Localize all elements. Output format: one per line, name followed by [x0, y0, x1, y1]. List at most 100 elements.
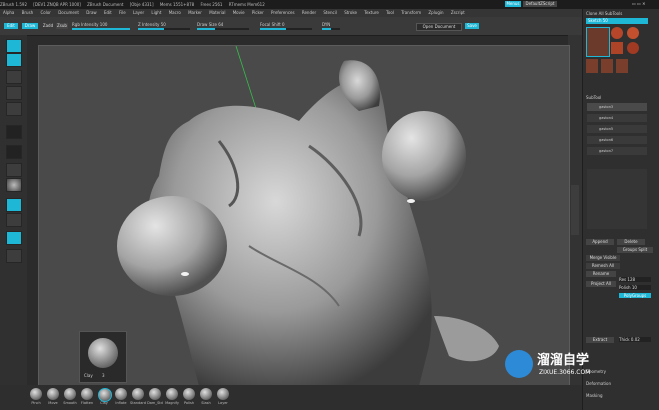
sketch-slider[interactable]: Sketch 50 [586, 18, 648, 24]
rgb-intensity-slider[interactable] [72, 28, 130, 30]
thick-slider[interactable]: Thick 0.02 [619, 337, 651, 342]
pm3d-thumb-icon[interactable] [627, 42, 639, 54]
gaston5-thumb-icon[interactable] [616, 59, 628, 73]
damstd-brush-icon[interactable] [149, 388, 161, 400]
menu-edit[interactable]: Edit [104, 10, 112, 15]
pinch-brush-icon[interactable] [30, 388, 42, 400]
simplebrush-thumb-icon[interactable] [611, 42, 623, 54]
texture-icon[interactable] [6, 163, 22, 177]
magnify-brush-icon[interactable] [166, 388, 178, 400]
remesh-all-button[interactable]: Remesh All [586, 263, 620, 269]
rename-button[interactable]: Rename [586, 271, 616, 277]
edit-mode-icon[interactable] [6, 39, 22, 53]
subtool-item[interactable]: gaston4 [587, 114, 647, 122]
menu-color[interactable]: Color [40, 10, 50, 15]
top-toolbar: Edit Draw Zadd Zsub Rgb Intensity 100 Z … [0, 17, 582, 36]
menu-document[interactable]: Document [58, 10, 79, 15]
groups-split-button[interactable]: Groups Split [617, 247, 653, 253]
subtool-item[interactable]: gaston7 [587, 147, 647, 155]
z-intensity-slider[interactable] [138, 28, 190, 30]
dyn-label[interactable]: DYN [322, 22, 330, 27]
menu-render[interactable]: Render [302, 10, 316, 15]
zadd-button[interactable]: Zadd [42, 23, 54, 29]
alpha-icon[interactable] [6, 125, 22, 139]
menu-texture[interactable]: Texture [364, 10, 379, 15]
rotate-mode-icon[interactable] [6, 102, 22, 116]
res-slider[interactable]: Res 128 [619, 277, 651, 282]
subtool-item[interactable]: gaston6 [587, 136, 647, 144]
brush-label-damstd: Dam_Std [147, 401, 163, 405]
menu-file[interactable]: File [119, 10, 126, 15]
slash-brush-icon[interactable] [200, 388, 212, 400]
dyn-slider[interactable] [322, 28, 340, 30]
menu-brush[interactable]: Brush [22, 10, 34, 15]
menu-stencil[interactable]: Stencil [323, 10, 337, 15]
brush-popup[interactable]: Clay 3 [79, 331, 127, 383]
polish-slider[interactable]: Polish 10 [619, 285, 651, 290]
scale-mode-icon[interactable] [6, 86, 22, 100]
flatten-brush-icon[interactable] [81, 388, 93, 400]
brush-label-slash: Slash [201, 401, 211, 405]
menus-button[interactable]: Menus [505, 1, 521, 7]
draw-mode-icon[interactable] [6, 53, 22, 67]
symmetry-icon[interactable] [6, 231, 22, 245]
merge-visible-button[interactable]: Merge Visible [586, 255, 620, 261]
brush-label-smooth: Smooth [63, 401, 77, 405]
default-zscript-button[interactable]: DefaultZScript [523, 1, 557, 7]
menu-movie[interactable]: Movie [233, 10, 245, 15]
canvas-viewport[interactable]: Clay 3 [38, 45, 570, 387]
focal-shift-slider[interactable] [260, 28, 312, 30]
gaston3-thumb-icon[interactable] [586, 59, 598, 73]
menu-layer[interactable]: Layer [133, 10, 144, 15]
menu-zplugin[interactable]: Zplugin [428, 10, 443, 15]
clay-brush-icon[interactable] [98, 388, 112, 402]
brush-label-clay: Clay [100, 401, 108, 405]
polish-brush-icon[interactable] [183, 388, 195, 400]
menu-transform[interactable]: Transform [401, 10, 421, 15]
menu-stroke[interactable]: Stroke [344, 10, 357, 15]
menu-picker[interactable]: Picker [252, 10, 264, 15]
edit-button[interactable]: Edit [4, 23, 18, 29]
brush-label-pinch: Pinch [31, 401, 41, 405]
polysphere-thumb-icon[interactable] [627, 27, 639, 39]
polygroups-button[interactable]: PolyGroups [619, 293, 651, 298]
extract-button[interactable]: Extract [586, 337, 614, 343]
menu-draw[interactable]: Draw [86, 10, 96, 15]
inflate-brush-icon[interactable] [115, 388, 127, 400]
current-tool-thumbnail[interactable] [586, 27, 610, 57]
window-controls[interactable]: ▭ ▭ ✕ [632, 1, 658, 7]
masking-section[interactable]: Masking [586, 393, 603, 398]
draw-button[interactable]: Draw [22, 23, 38, 29]
move-mode-icon[interactable] [6, 70, 22, 84]
save-button[interactable]: Save [465, 23, 479, 29]
floor-icon[interactable] [6, 249, 22, 263]
material-icon[interactable] [6, 178, 22, 192]
draw-size-slider[interactable] [197, 28, 249, 30]
smooth-brush-icon[interactable] [64, 388, 76, 400]
menu-macro[interactable]: Macro [169, 10, 181, 15]
menu-preferences[interactable]: Preferences [271, 10, 295, 15]
scroll-icon[interactable] [571, 185, 579, 235]
zsub-button[interactable]: Zsub [56, 23, 68, 29]
append-button[interactable]: Append [586, 239, 614, 245]
sphere3d-thumb-icon[interactable] [611, 27, 623, 39]
menu-bar: Alpha Brush Color Document Draw Edit Fil… [0, 9, 659, 17]
subtool-item[interactable]: gaston5 [587, 125, 647, 133]
gradient-icon[interactable] [6, 213, 22, 227]
menu-zscript[interactable]: Zscript [451, 10, 465, 15]
delete-button[interactable]: Delete [617, 239, 645, 245]
menu-light[interactable]: Light [151, 10, 161, 15]
layer-brush-icon[interactable] [217, 388, 229, 400]
subtool-item[interactable]: gaston3 [587, 103, 647, 111]
menu-material[interactable]: Material [209, 10, 225, 15]
color-swatch-icon[interactable] [6, 198, 22, 212]
open-document-button[interactable]: Open Document [416, 23, 462, 31]
menu-tool[interactable]: Tool [386, 10, 394, 15]
project-all-button[interactable]: Project All [586, 281, 616, 287]
standard-brush-icon[interactable] [132, 388, 144, 400]
menu-marker[interactable]: Marker [188, 10, 202, 15]
menu-alpha[interactable]: Alpha [3, 10, 14, 15]
move-brush-icon[interactable] [47, 388, 59, 400]
gaston4-thumb-icon[interactable] [601, 59, 613, 73]
stroke-icon[interactable] [6, 145, 22, 159]
